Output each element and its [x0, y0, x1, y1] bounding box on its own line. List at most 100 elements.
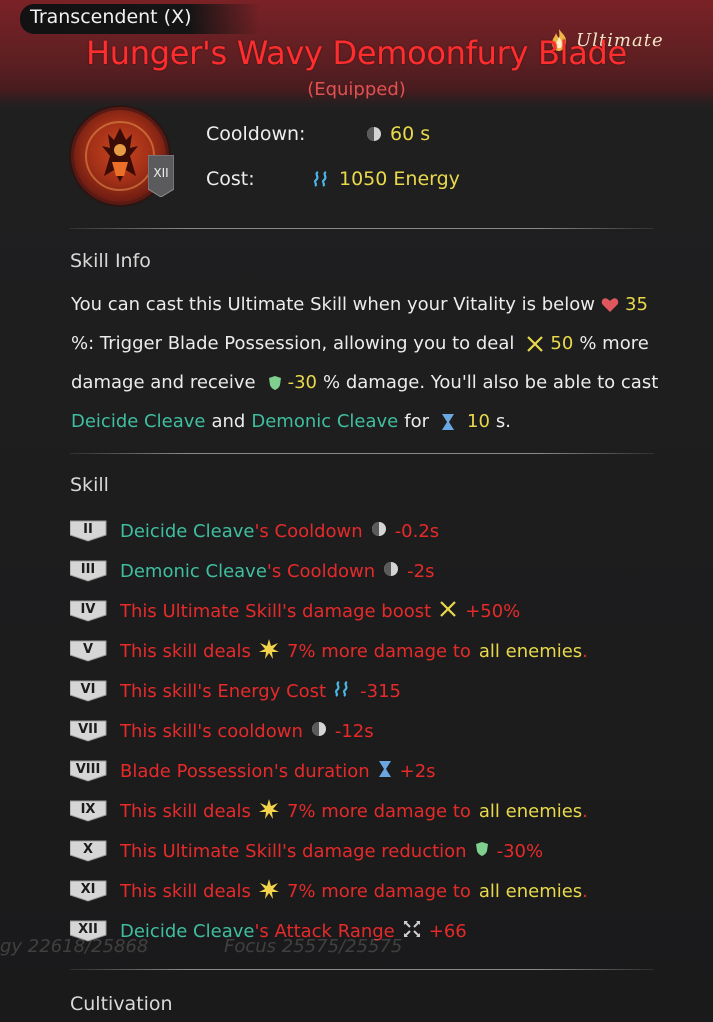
hourglass-icon [378, 760, 392, 783]
divider [70, 228, 654, 229]
rank-numeral-badge: VIII [70, 760, 110, 782]
cost-stat: 1050 Energy [313, 168, 460, 190]
rank-numeral-badge: VI [70, 680, 110, 702]
deicide-cleave-link[interactable]: Deicide Cleave [71, 411, 205, 432]
divider [70, 453, 654, 454]
skill-upgrade-row: IV This Ultimate Skill's damage boost +50% [70, 597, 520, 625]
rank-label: Transcendent (X) [30, 6, 192, 28]
info-text: for [404, 411, 430, 432]
rank-numeral-badge: II [70, 520, 110, 542]
upgrade-description: This skill's cooldown [120, 720, 303, 742]
rank-numeral-badge: IV [70, 600, 110, 622]
skill-info-line-3: damage and receive -30 % damage. You'll … [71, 372, 658, 393]
punctuation: . [582, 800, 588, 822]
skill-upgrade-row: VI This skill's Energy Cost -315 [70, 677, 401, 705]
divider [70, 969, 654, 970]
upgrade-description: 's Cooldown [266, 560, 376, 582]
damage-boost-value: 50 [550, 333, 574, 354]
skill-upgrade-row: V This skill deals 7% more damage to all en… [70, 637, 588, 665]
background-focus-readout: Focus 25575/25575 [224, 936, 403, 957]
hourglass-icon [442, 413, 455, 430]
skill-level: XII [153, 166, 169, 180]
upgrade-value: -12s [334, 720, 374, 742]
skill-upgrade-row: IX This skill deals 7% more damage to all e… [70, 797, 588, 825]
cooldown-value: 60 s [390, 123, 431, 145]
background-energy-readout: gy 22618/25868 [0, 936, 149, 957]
upgrade-description: This skill deals [120, 640, 251, 662]
skill-info-line-2: %: Trigger Blade Possession, allowing yo… [71, 333, 649, 354]
upgrade-value: +66 [428, 920, 467, 942]
range-icon [403, 920, 421, 943]
energy-icon [313, 171, 327, 187]
burst-icon [258, 878, 279, 904]
rank-numeral: V [82, 642, 94, 657]
rank-numeral: XII [78, 922, 98, 937]
upgrade-value: 7% more damage to [286, 800, 471, 822]
cultivation-title: Cultivation [70, 993, 173, 1015]
skill-upgrade-row: III Demonic Cleave's Cooldown -2s [70, 557, 434, 585]
info-text: %: Trigger Blade Possession, allowing yo… [71, 333, 515, 354]
upgrade-value: -2s [407, 560, 435, 582]
rank-numeral-badge: X [70, 840, 110, 862]
rank-numeral-badge: XI [70, 880, 110, 902]
info-text: % more [579, 333, 649, 354]
cooldown-stat: 60 s [366, 123, 430, 145]
skill-name-link[interactable]: Deicide Cleave [120, 521, 254, 542]
heart-icon [601, 297, 619, 312]
skill-info-title: Skill Info [70, 250, 151, 272]
demonic-cleave-link[interactable]: Demonic Cleave [251, 411, 398, 432]
target-all-enemies: all enemies [478, 640, 583, 662]
rank-numeral: VI [80, 682, 96, 697]
skill-title: Hunger's Wavy Demoonfury Blade [86, 34, 627, 72]
rank-numeral: XI [80, 882, 96, 897]
upgrade-description: Blade Possession's duration [120, 760, 370, 782]
upgrade-value: -0.2s [394, 520, 440, 542]
skill-upgrade-row: X This Ultimate Skill's damage reduction -… [70, 837, 543, 865]
upgrade-value: -30% [496, 840, 544, 862]
equipped-status: (Equipped) [307, 79, 406, 100]
upgrade-description: This skill deals [120, 800, 251, 822]
upgrade-value: -315 [360, 680, 401, 702]
energy-icon [334, 680, 352, 702]
target-all-enemies: all enemies [478, 800, 583, 822]
swords-icon [527, 335, 544, 352]
cooldown-icon [371, 521, 387, 542]
rank-numeral: VIII [75, 762, 101, 777]
upgrade-value: 7% more damage to [286, 880, 471, 902]
skill-name-link[interactable]: Demonic Cleave [120, 561, 267, 582]
cost-label: Cost: [206, 168, 255, 190]
punctuation: . [582, 640, 588, 662]
damage-reduction-value: -30 [287, 372, 318, 393]
burst-icon [258, 798, 279, 824]
upgrade-value: +2s [399, 760, 436, 782]
upgrade-description: This skill deals [120, 880, 251, 902]
cooldown-label: Cooldown: [206, 123, 306, 145]
skill-section-title: Skill [70, 474, 109, 496]
rank-numeral-badge: V [70, 640, 110, 662]
rank-numeral: VII [78, 722, 98, 737]
skill-upgrade-row: VII This skill's cooldown -12s [70, 717, 374, 745]
skill-info-line-1: You can cast this Ultimate Skill when yo… [71, 294, 648, 315]
cost-value: 1050 Energy [339, 168, 460, 190]
upgrade-description: This Ultimate Skill's damage reduction [120, 840, 467, 862]
upgrade-description: 's Cooldown [254, 520, 363, 542]
upgrade-value: 7% more damage to [286, 640, 471, 662]
upgrade-value: +50% [465, 600, 521, 622]
swords-icon [439, 600, 457, 623]
rank-numeral-badge: III [70, 560, 110, 582]
shield-icon [475, 841, 489, 862]
info-text: You can cast this Ultimate Skill when yo… [71, 294, 595, 315]
skill-upgrade-row: II Deicide Cleave's Cooldown -0.2s [70, 517, 439, 545]
info-text: and [211, 411, 246, 432]
rank-numeral-badge: IX [70, 800, 110, 822]
cooldown-icon [383, 561, 399, 582]
rank-numeral-badge: VII [70, 720, 110, 742]
cooldown-icon [367, 127, 381, 141]
info-text: damage and receive [71, 372, 256, 393]
skill-upgrade-row: VIII Blade Possession's duration +2s [70, 757, 436, 785]
vitality-threshold: 35 [625, 294, 648, 315]
punctuation: . [582, 880, 588, 902]
upgrade-description: This Ultimate Skill's damage boost [120, 600, 432, 622]
burst-icon [258, 638, 279, 664]
rank-numeral: IX [80, 802, 96, 817]
